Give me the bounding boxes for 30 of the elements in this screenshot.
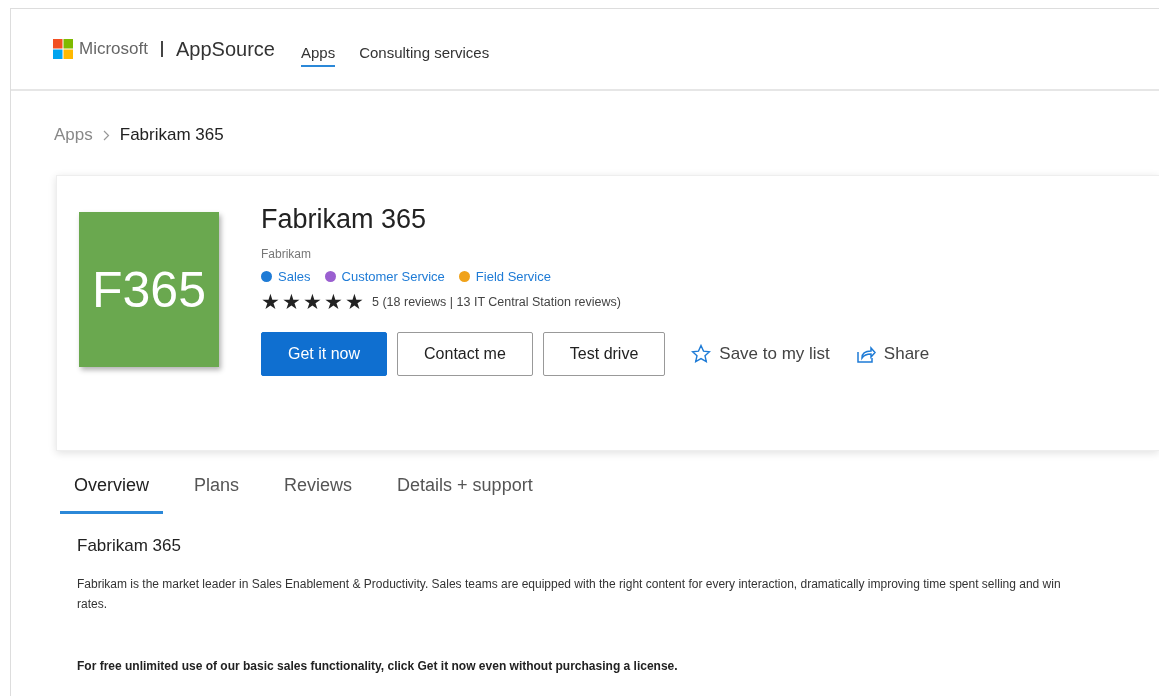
category-link[interactable]: Field Service — [475, 269, 551, 284]
breadcrumb-current: Fabrikam 365 — [119, 125, 224, 145]
rating-stars: ★★★★★ — [261, 291, 364, 312]
description-text: Fabrikam is the market leader in Sales Enablement & Productivity. Sales teams are equipped with the right content for every interaction, dramatically improving time spent selling and win rates. — [77, 576, 1062, 613]
app-title: Fabrikam 365 — [261, 204, 428, 235]
microsoft-logo-icon — [53, 39, 73, 59]
save-link[interactable]: Save to my list — [719, 344, 830, 364]
share-link[interactable]: Share — [883, 344, 930, 364]
nav-link[interactable]: Consulting services — [359, 37, 490, 67]
rating-text: 5 (18 reviews | 13 IT Central Station reviews) — [372, 294, 621, 309]
section-heading: Fabrikam 365 — [77, 536, 182, 556]
tab[interactable]: Details + support — [383, 471, 547, 514]
brand-name: Microsoft — [79, 39, 148, 59]
star-icon — [691, 344, 712, 364]
app-logo: F365 — [79, 212, 219, 367]
tab[interactable]: Reviews — [270, 471, 367, 514]
product-name[interactable]: AppSource — [175, 37, 275, 61]
publisher-name: Fabrikam — [261, 247, 312, 261]
chevron-icon — [102, 129, 110, 141]
action-button[interactable]: Contact me — [397, 332, 533, 376]
tab[interactable]: Plans — [180, 471, 254, 514]
nav-link[interactable]: Apps — [300, 37, 336, 67]
tab[interactable]: Overview — [60, 471, 163, 514]
share-icon — [855, 344, 876, 364]
breadcrumb-link[interactable]: Apps — [54, 125, 93, 145]
category-link[interactable]: Sales — [278, 269, 311, 284]
category-link[interactable]: Customer Service — [341, 269, 445, 284]
note-text: For free unlimited use of our basic sales functionality, click Get it now even without purchasing a license. — [77, 659, 679, 673]
get-it-now-button[interactable]: Get it now — [261, 332, 388, 376]
action-button[interactable]: Test drive — [542, 332, 666, 376]
